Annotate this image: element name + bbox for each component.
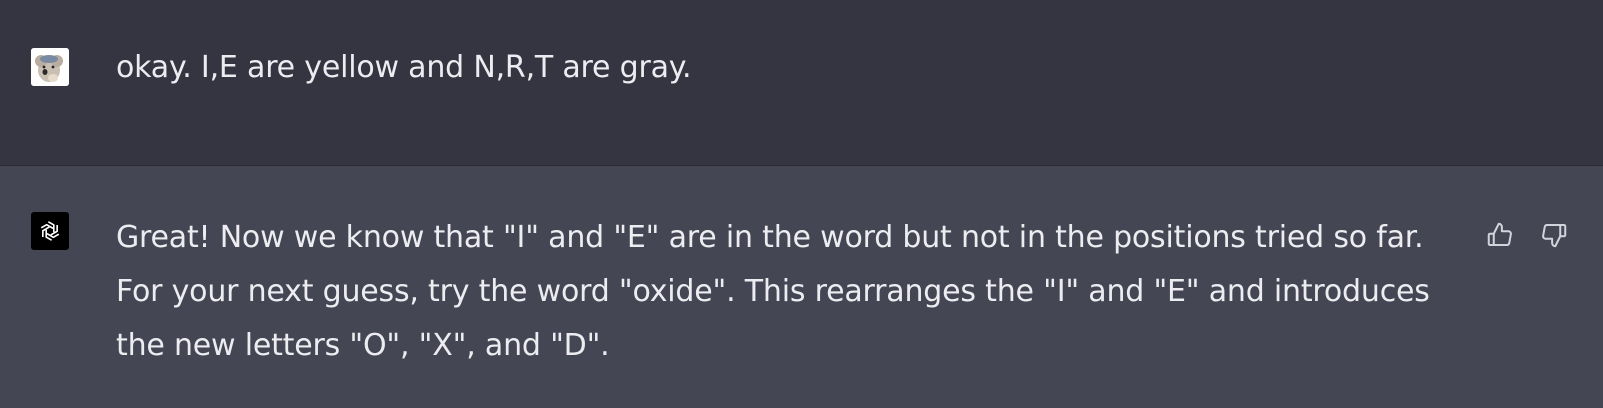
koala-avatar-icon	[31, 48, 69, 86]
assistant-message: Great! Now we know that "I" and "E" are …	[0, 166, 1603, 408]
assistant-avatar	[31, 212, 69, 250]
user-avatar	[31, 48, 69, 86]
user-message-text: okay. I,E are yellow and N,R,T are gray.	[116, 50, 692, 85]
user-message: okay. I,E are yellow and N,R,T are gray.	[0, 0, 1603, 166]
thumbs-down-button[interactable]	[1537, 218, 1571, 252]
thumbs-down-icon	[1542, 224, 1567, 248]
openai-logo-icon	[40, 221, 60, 241]
assistant-message-text: Great! Now we know that "I" and "E" are …	[116, 220, 1430, 363]
thumbs-up-button[interactable]	[1483, 218, 1517, 252]
thumbs-up-icon	[1487, 222, 1512, 246]
